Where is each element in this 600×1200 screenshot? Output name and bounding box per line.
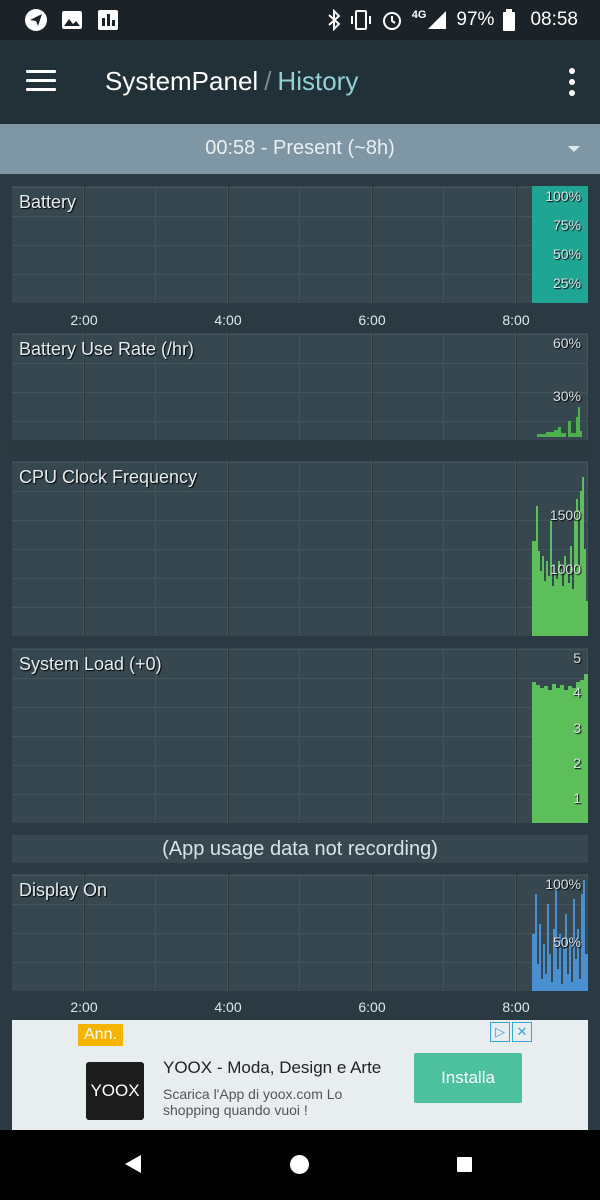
load-ylabel-2: 2 xyxy=(573,755,581,771)
ad-choices[interactable]: ▷ ✕ xyxy=(490,1022,532,1042)
home-icon[interactable] xyxy=(290,1155,309,1174)
use-rate-ylabel-60: 60% xyxy=(552,335,581,351)
x-tick-label: 2:00 xyxy=(70,312,98,328)
battery-ylabel-50: 50% xyxy=(552,246,581,262)
time-axis-bottom: 2:00 4:00 6:00 8:00 xyxy=(12,999,588,1021)
image-icon xyxy=(62,11,82,29)
system-load-chart: System Load (+0) 5 4 3 2 1 xyxy=(12,648,588,823)
x-tick-label: 2:00 xyxy=(70,999,98,1015)
battery-ylabel-100: 100% xyxy=(545,188,581,204)
cpu-ylabel-1000: 1000 xyxy=(549,561,581,577)
load-ylabel-1: 1 xyxy=(573,790,581,806)
ad-close-icon[interactable]: ✕ xyxy=(512,1022,532,1042)
display-on-chart: Display On 100% 50% xyxy=(12,874,588,991)
load-ylabel-4: 4 xyxy=(573,684,581,700)
menu-icon[interactable] xyxy=(26,70,56,94)
time-axis-top: 2:00 4:00 6:00 8:00 xyxy=(12,312,588,334)
clock: 08:58 xyxy=(530,9,578,30)
x-tick-label: 8:00 xyxy=(502,999,530,1015)
x-tick-label: 8:00 xyxy=(502,312,530,328)
recent-apps-icon[interactable] xyxy=(457,1157,472,1172)
time-range-label: 00:58 - Present (~8h) xyxy=(205,137,395,159)
x-tick-label: 6:00 xyxy=(358,312,386,328)
app-name: SystemPanel xyxy=(105,66,259,96)
send-icon xyxy=(25,9,47,31)
battery-chart-title: Battery xyxy=(19,192,77,212)
use-rate-chart-title: Battery Use Rate (/hr) xyxy=(19,339,195,359)
display-on-chart-title: Display On xyxy=(19,880,108,900)
battery-icon xyxy=(503,9,516,31)
stats-icon xyxy=(98,10,118,30)
more-options-icon[interactable] xyxy=(566,68,578,98)
battery-ylabel-25: 25% xyxy=(552,275,581,291)
x-tick-label: 4:00 xyxy=(214,312,242,328)
x-tick-label: 6:00 xyxy=(358,999,386,1015)
dropdown-caret-icon xyxy=(568,146,580,152)
ad-badge: Ann. xyxy=(78,1024,123,1046)
vibrate-icon xyxy=(350,10,371,30)
battery-chart: Battery 100% 75% 50% 25% xyxy=(12,186,588,303)
battery-percent: 97% xyxy=(456,9,495,30)
load-ylabel-3: 3 xyxy=(573,720,581,736)
x-tick-label: 4:00 xyxy=(214,999,242,1015)
alarm-icon xyxy=(382,12,401,30)
battery-ylabel-75: 75% xyxy=(552,217,581,233)
cpu-frequency-chart: CPU Clock Frequency 1500 1000 xyxy=(12,461,588,636)
display-ylabel-100: 100% xyxy=(545,876,581,892)
title-separator: / xyxy=(264,66,272,96)
app-toolbar: SystemPanel / History xyxy=(0,40,600,124)
use-rate-ylabel-30: 30% xyxy=(552,388,581,404)
cpu-ylabel-1500: 1500 xyxy=(549,507,581,523)
ad-description: Scarica l'App di yoox.com Lo shopping qu… xyxy=(163,1086,343,1118)
status-bar: 4G 97% 08:58 xyxy=(0,0,600,40)
signal-icon xyxy=(428,11,447,29)
ad-logo: YOOX xyxy=(86,1062,144,1120)
time-range-dropdown[interactable]: 00:58 - Present (~8h) xyxy=(0,124,600,174)
load-ylabel-5: 5 xyxy=(573,650,581,666)
page-title: SystemPanel / History xyxy=(105,66,358,97)
install-button[interactable]: Installa xyxy=(414,1053,522,1103)
ad-info-icon[interactable]: ▷ xyxy=(490,1022,510,1042)
display-ylabel-50: 50% xyxy=(552,934,581,950)
section-name: History xyxy=(277,66,359,96)
cpu-frequency-graph xyxy=(532,477,588,636)
ad-banner[interactable]: Ann. ▷ ✕ YOOX YOOX - Moda, Design e Arte… xyxy=(12,1020,588,1130)
navigation-bar xyxy=(0,1130,600,1200)
battery-use-rate-chart: Battery Use Rate (/hr) 60% 30% xyxy=(12,333,588,450)
network-type: 4G xyxy=(411,9,427,21)
bluetooth-icon xyxy=(328,9,341,31)
cpu-chart-title: CPU Clock Frequency xyxy=(19,467,198,487)
system-load-chart-title: System Load (+0) xyxy=(19,654,162,674)
app-usage-notice: (App usage data not recording) xyxy=(12,835,588,863)
ad-title[interactable]: YOOX - Moda, Design e Arte xyxy=(163,1058,381,1078)
back-icon[interactable] xyxy=(125,1155,141,1173)
